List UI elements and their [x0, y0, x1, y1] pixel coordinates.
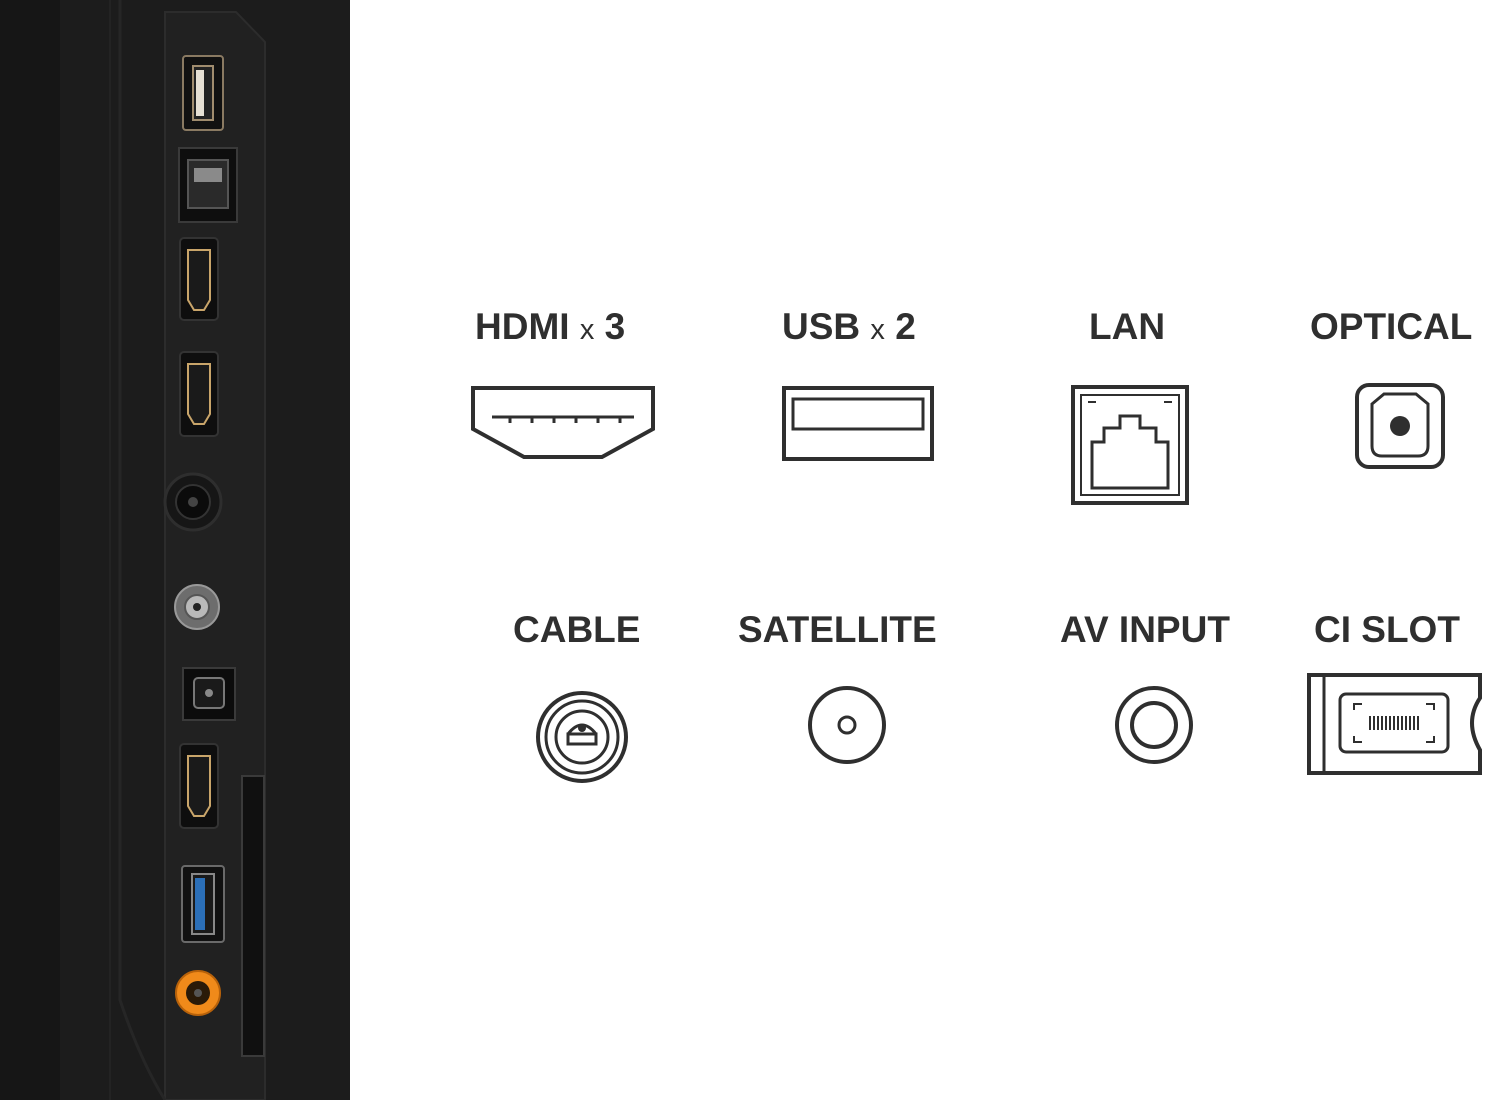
label-lan: LAN — [1089, 306, 1166, 347]
label-hdmi: HDMI x 3 — [475, 306, 626, 347]
port-av-orange — [175, 970, 221, 1016]
satellite-icon — [808, 686, 886, 764]
port-lan — [178, 147, 238, 223]
label-usb: USB x 2 — [782, 306, 916, 347]
port-hdmi-3 — [179, 743, 219, 829]
port-usb-top — [182, 55, 224, 131]
av-input-icon — [1115, 686, 1193, 764]
label-satellite: SATELLITE — [738, 609, 937, 650]
port-ci-slot — [241, 775, 265, 1057]
cable-icon — [536, 691, 628, 783]
port-optical — [182, 667, 236, 721]
optical-icon — [1355, 383, 1445, 469]
label-optical: OPTICAL — [1310, 306, 1473, 347]
label-ci-slot: CI SLOT — [1314, 609, 1460, 650]
usb-icon — [782, 386, 934, 461]
hdmi-icon — [471, 386, 655, 459]
port-satellite — [174, 584, 220, 630]
lan-icon — [1071, 385, 1189, 505]
port-hdmi-2 — [179, 351, 219, 437]
port-usb-blue — [181, 865, 225, 943]
ci-slot-icon — [1307, 673, 1482, 775]
label-cable: CABLE — [513, 609, 641, 650]
port-cable — [163, 472, 223, 532]
port-hdmi-1 — [179, 237, 219, 321]
label-av-input: AV INPUT — [1060, 609, 1230, 650]
tv-port-panel — [0, 0, 350, 1101]
tv-ports-illustration — [0, 0, 350, 1101]
